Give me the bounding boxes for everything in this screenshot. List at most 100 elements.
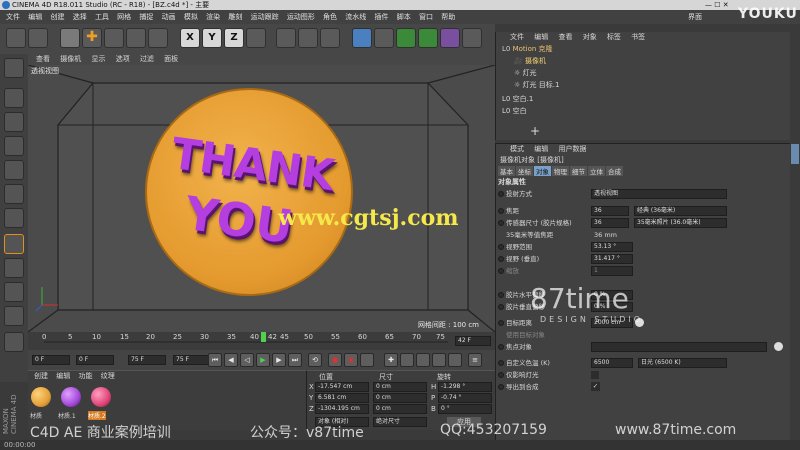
obj-menu-tags[interactable]: 标签 [607, 33, 621, 41]
anim-radio[interactable] [498, 344, 504, 350]
anim-radio[interactable] [498, 220, 504, 226]
current-frame-field[interactable]: 42 F [455, 336, 491, 346]
anim-radio[interactable] [498, 268, 504, 274]
anim-radio[interactable] [498, 191, 504, 197]
export-composite-checkbox[interactable]: ✓ [591, 382, 600, 391]
material-swatch[interactable] [61, 387, 81, 407]
cloner-icon[interactable] [418, 28, 438, 48]
start-frame-field[interactable]: 0 F [32, 355, 70, 365]
go-to-end-icon[interactable]: ⏭ [288, 353, 302, 367]
tab-composition[interactable]: 合成 [606, 166, 623, 176]
menu-edit[interactable]: 编辑 [28, 13, 42, 21]
playhead[interactable] [261, 332, 266, 342]
material-swatch[interactable] [31, 387, 51, 407]
end-frame-field[interactable]: 75 F [173, 355, 211, 365]
material-swatch[interactable] [91, 387, 111, 407]
keyframe-selection-icon[interactable] [360, 353, 374, 367]
obj-menu-view[interactable]: 查看 [558, 33, 572, 41]
play-backwards-icon[interactable]: ◁ [240, 353, 254, 367]
affect-lights-checkbox[interactable] [591, 371, 599, 379]
anim-radio[interactable] [498, 360, 504, 366]
tab-coord[interactable]: 坐标 [516, 166, 533, 176]
z-axis-lock-icon[interactable]: Z [224, 28, 244, 48]
key-scale-icon[interactable] [416, 353, 430, 367]
color-temp-preset-select[interactable]: 日光 (6500 K) [638, 358, 727, 368]
points-mode-icon[interactable] [4, 160, 24, 180]
anim-radio[interactable] [498, 244, 504, 250]
menu-mesh[interactable]: 网格 [117, 13, 131, 21]
menu-snap[interactable]: 捕捉 [139, 13, 153, 21]
perspective-viewport[interactable]: 透视视图 THANK YOU www.cgtsj.com 网格间距 : 100 … [28, 65, 495, 332]
key-position-icon[interactable]: ✚ [384, 353, 398, 367]
rot-p-field[interactable]: -0.74 ° [438, 393, 492, 403]
sensor-size-field[interactable]: 36 [591, 218, 629, 228]
focal-length-field[interactable]: 36 [591, 206, 629, 216]
previous-key-icon[interactable]: ◀ [224, 353, 238, 367]
timeline-menu-icon[interactable]: ≡ [468, 353, 482, 367]
attr-menu-edit[interactable]: 编辑 [534, 145, 548, 153]
render-picture-viewer-icon[interactable] [298, 28, 318, 48]
scale-icon[interactable] [104, 28, 124, 48]
size-x-field[interactable]: 0 cm [373, 382, 427, 392]
workplane-icon[interactable] [4, 136, 24, 156]
menu-pipeline[interactable]: 流水线 [345, 13, 366, 21]
vp-menu-options[interactable]: 选项 [116, 55, 130, 63]
anim-radio[interactable] [498, 320, 504, 326]
vp-menu-panel[interactable]: 面板 [164, 55, 178, 63]
menu-mograph[interactable]: 运动图形 [287, 13, 315, 21]
rot-h-field[interactable]: -1.298 ° [438, 382, 492, 392]
subdivision-icon[interactable] [396, 28, 416, 48]
magnet-icon[interactable] [4, 332, 24, 352]
object-tab-icon[interactable] [791, 144, 799, 164]
y-axis-lock-icon[interactable]: Y [202, 28, 222, 48]
go-to-start-icon[interactable]: ⏮ [208, 353, 222, 367]
attr-menu-mode[interactable]: 模式 [510, 145, 524, 153]
mat-menu-create[interactable]: 创建 [34, 372, 48, 380]
render-settings-icon[interactable] [320, 28, 340, 48]
menu-tools[interactable]: 工具 [95, 13, 109, 21]
rotate-icon[interactable] [126, 28, 146, 48]
solo-icon[interactable] [4, 306, 24, 326]
pick-focus-icon[interactable] [774, 342, 783, 351]
tab-details[interactable]: 细节 [570, 166, 587, 176]
x-axis-lock-icon[interactable]: X [180, 28, 200, 48]
key-param-icon[interactable] [432, 353, 446, 367]
vp-menu-camera[interactable]: 摄像机 [60, 55, 81, 63]
max-frame-field[interactable]: 75 F [128, 355, 166, 365]
key-pla-icon[interactable] [448, 353, 462, 367]
tab-object[interactable]: 对象 [534, 166, 551, 176]
color-temp-field[interactable]: 6500 [591, 358, 633, 368]
vp-menu-display[interactable]: 显示 [91, 55, 105, 63]
object-row[interactable]: ☼ 灯光 [496, 68, 791, 79]
zoom-field[interactable]: 1 [591, 266, 633, 276]
coordinate-system-icon[interactable] [246, 28, 266, 48]
obj-menu-bookmarks[interactable]: 书签 [631, 33, 645, 41]
vp-menu-view[interactable]: 查看 [36, 55, 50, 63]
size-y-field[interactable]: 0 cm [373, 393, 427, 403]
menu-window[interactable]: 窗口 [419, 13, 433, 21]
menu-motion-tracker[interactable]: 运动跟踪 [251, 13, 279, 21]
menu-select[interactable]: 选择 [73, 13, 87, 21]
menu-character[interactable]: 角色 [323, 13, 337, 21]
anim-radio[interactable] [498, 372, 504, 378]
mat-menu-function[interactable]: 功能 [78, 372, 92, 380]
sensor-preset-select[interactable]: 35毫米照片 (36.0毫米) [634, 218, 727, 228]
fov-field[interactable]: 53.13 ° [591, 242, 633, 252]
tab-stereo[interactable]: 立体 [588, 166, 605, 176]
menu-animate[interactable]: 动画 [162, 13, 176, 21]
menu-create[interactable]: 创建 [50, 13, 64, 21]
anim-radio[interactable] [498, 384, 504, 390]
object-row[interactable]: L0 空白.1 [496, 94, 791, 105]
record-keys-icon[interactable]: ● [328, 353, 342, 367]
timeline-ruler[interactable]: 0 5 10 15 20 25 30 35 40 42 45 50 55 60 … [28, 332, 495, 350]
axis-mode-icon[interactable] [4, 234, 24, 254]
floor-icon[interactable] [462, 28, 482, 48]
edges-mode-icon[interactable] [4, 184, 24, 204]
coin-model[interactable]: THANK YOU [145, 88, 353, 296]
menu-file[interactable]: 文件 [6, 13, 20, 21]
autokey-icon[interactable]: ◉ [344, 353, 358, 367]
anim-radio[interactable] [498, 208, 504, 214]
size-z-field[interactable]: 0 cm [373, 404, 427, 414]
menu-script[interactable]: 脚本 [397, 13, 411, 21]
move-icon[interactable]: ✚ [82, 28, 102, 48]
